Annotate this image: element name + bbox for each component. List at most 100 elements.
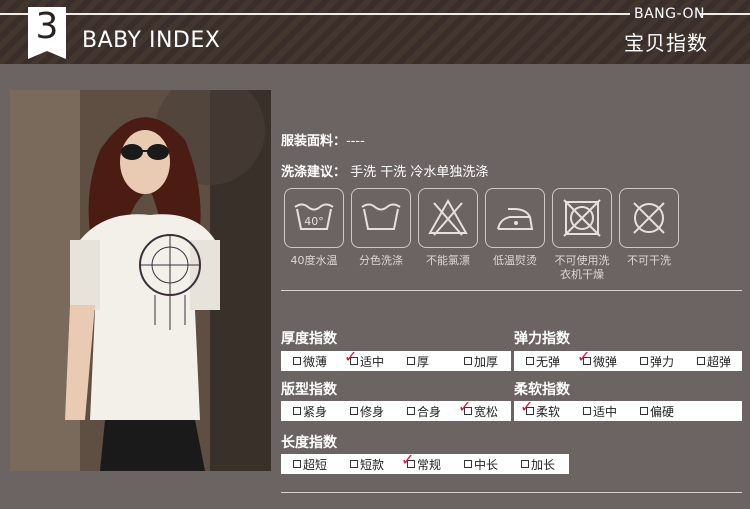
- checkbox[interactable]: [407, 357, 415, 365]
- wash-line: 洗涤建议： 手洗 干洗 冷水单独洗涤: [281, 161, 488, 180]
- no-tumble-dry-icon: [552, 188, 612, 248]
- material-value: ----: [346, 134, 365, 149]
- checkbox[interactable]: [293, 357, 301, 365]
- checkbox[interactable]: [407, 407, 415, 415]
- option-label: 弹力: [650, 354, 675, 369]
- material-label: 服装面料：: [281, 134, 347, 149]
- wash-basin-icon: [351, 188, 411, 248]
- length-option[interactable]: 中长: [452, 456, 509, 473]
- checkmark-icon: ✓: [458, 396, 472, 416]
- option-label: 偏硬: [650, 404, 675, 419]
- option-label: 适中: [360, 354, 385, 369]
- checkbox[interactable]: [464, 357, 472, 365]
- option-label: 常规: [417, 457, 442, 472]
- option-label: 柔软: [536, 404, 561, 419]
- checkmark-icon: ✓: [577, 346, 591, 366]
- fit-option[interactable]: 紧身: [281, 403, 338, 420]
- thickness-option-selected[interactable]: ✓ 适中: [338, 347, 395, 370]
- elasticity-option[interactable]: 弹力: [628, 353, 685, 370]
- fit-bar: 紧身 修身 合身 ✓ 宽松: [281, 397, 511, 421]
- length-option[interactable]: 加长: [509, 456, 566, 473]
- option-label: 合身: [417, 404, 442, 419]
- checkmark-icon: ✓: [344, 346, 358, 366]
- wash-40-icon: 40°: [284, 188, 344, 248]
- elasticity-bar: 无弹 ✓ 微弹 弹力 超弹: [514, 347, 742, 371]
- low-iron-icon: [485, 188, 545, 248]
- care-item-no-tumble: 不可使用洗衣机干燥: [551, 188, 613, 282]
- fit-option-selected[interactable]: ✓ 宽松: [452, 397, 509, 420]
- checkmark-icon: ✓: [401, 449, 415, 469]
- care-caption: 低温熨烫: [493, 254, 537, 267]
- thickness-bar: 微薄 ✓ 适中 厚 加厚: [281, 347, 511, 371]
- section-number-badge: 3: [28, 7, 66, 59]
- care-caption: 40度水温: [290, 254, 338, 267]
- divider-top: [281, 290, 742, 291]
- option-label: 微薄: [303, 354, 328, 369]
- fit-option[interactable]: 修身: [338, 403, 395, 420]
- length-option-selected[interactable]: ✓ 常规: [395, 450, 452, 473]
- checkbox[interactable]: [293, 407, 301, 415]
- care-item-no-dry-clean: 不可干洗: [618, 188, 680, 268]
- checkbox[interactable]: [640, 357, 648, 365]
- fit-title: 版型指数: [281, 382, 337, 398]
- option-label: 紧身: [303, 404, 328, 419]
- checkbox[interactable]: [526, 357, 534, 365]
- length-bar: 超短 短款 ✓ 常规 中长 加长: [281, 450, 569, 474]
- checkbox[interactable]: [293, 460, 301, 468]
- option-label: 适中: [593, 404, 618, 419]
- no-bleach-icon: [418, 188, 478, 248]
- softness-option-selected[interactable]: ✓ 柔软: [514, 397, 571, 420]
- thickness-option[interactable]: 厚: [395, 353, 452, 370]
- length-title: 长度指数: [281, 435, 337, 451]
- care-item-low-iron: 低温熨烫: [484, 188, 546, 268]
- softness-option[interactable]: 适中: [571, 403, 628, 420]
- length-option[interactable]: 短款: [338, 456, 395, 473]
- no-dry-clean-icon: [619, 188, 679, 248]
- model-illustration: [10, 90, 271, 471]
- fit-option[interactable]: 合身: [395, 403, 452, 420]
- option-label: 超短: [303, 457, 328, 472]
- option-label: 加厚: [474, 354, 499, 369]
- length-option[interactable]: 超短: [281, 456, 338, 473]
- elasticity-option[interactable]: 超弹: [685, 353, 742, 370]
- product-photo: [10, 90, 271, 471]
- thickness-title: 厚度指数: [281, 331, 337, 347]
- option-label: 超弹: [707, 354, 732, 369]
- option-label: 加长: [531, 457, 556, 472]
- care-caption: 不可干洗: [627, 254, 671, 267]
- checkbox[interactable]: [350, 407, 358, 415]
- care-caption: 分色洗涤: [359, 254, 403, 267]
- checkbox[interactable]: [640, 407, 648, 415]
- checkbox[interactable]: [521, 460, 529, 468]
- checkbox[interactable]: [464, 460, 472, 468]
- checkmark-icon: ✓: [520, 396, 534, 416]
- svg-text:40°: 40°: [304, 215, 324, 228]
- softness-option[interactable]: 偏硬: [628, 403, 685, 420]
- thickness-option[interactable]: 加厚: [452, 353, 509, 370]
- care-item-separate: 分色洗涤: [350, 188, 412, 268]
- checkbox[interactable]: [350, 460, 358, 468]
- option-label: 修身: [360, 404, 385, 419]
- care-item-40c: 40° 40度水温: [283, 188, 345, 268]
- thickness-option[interactable]: 微薄: [281, 353, 338, 370]
- wash-label: 洗涤建议：: [281, 165, 347, 180]
- material-line: 服装面料：----: [281, 130, 365, 149]
- header-rule-right: [700, 13, 750, 15]
- wash-value: 手洗 干洗 冷水单独洗涤: [350, 165, 489, 180]
- header-rule-left: [0, 13, 630, 15]
- option-label: 宽松: [474, 404, 499, 419]
- header-banner: 3 BABY INDEX BANG-ON 宝贝指数: [0, 0, 750, 64]
- option-label: 微弹: [593, 354, 618, 369]
- divider-bottom: [281, 492, 742, 493]
- elasticity-option[interactable]: 无弹: [514, 353, 571, 370]
- option-label: 无弹: [536, 354, 561, 369]
- softness-bar: ✓ 柔软 适中 偏硬: [514, 397, 742, 421]
- brand-name: BANG-ON: [634, 6, 705, 22]
- checkbox[interactable]: [583, 407, 591, 415]
- care-caption: 不可使用洗衣机干燥: [554, 254, 610, 281]
- elasticity-option-selected[interactable]: ✓ 微弹: [571, 347, 628, 370]
- option-label: 短款: [360, 457, 385, 472]
- option-label: 中长: [474, 457, 499, 472]
- elasticity-title: 弹力指数: [514, 331, 570, 347]
- checkbox[interactable]: [697, 357, 705, 365]
